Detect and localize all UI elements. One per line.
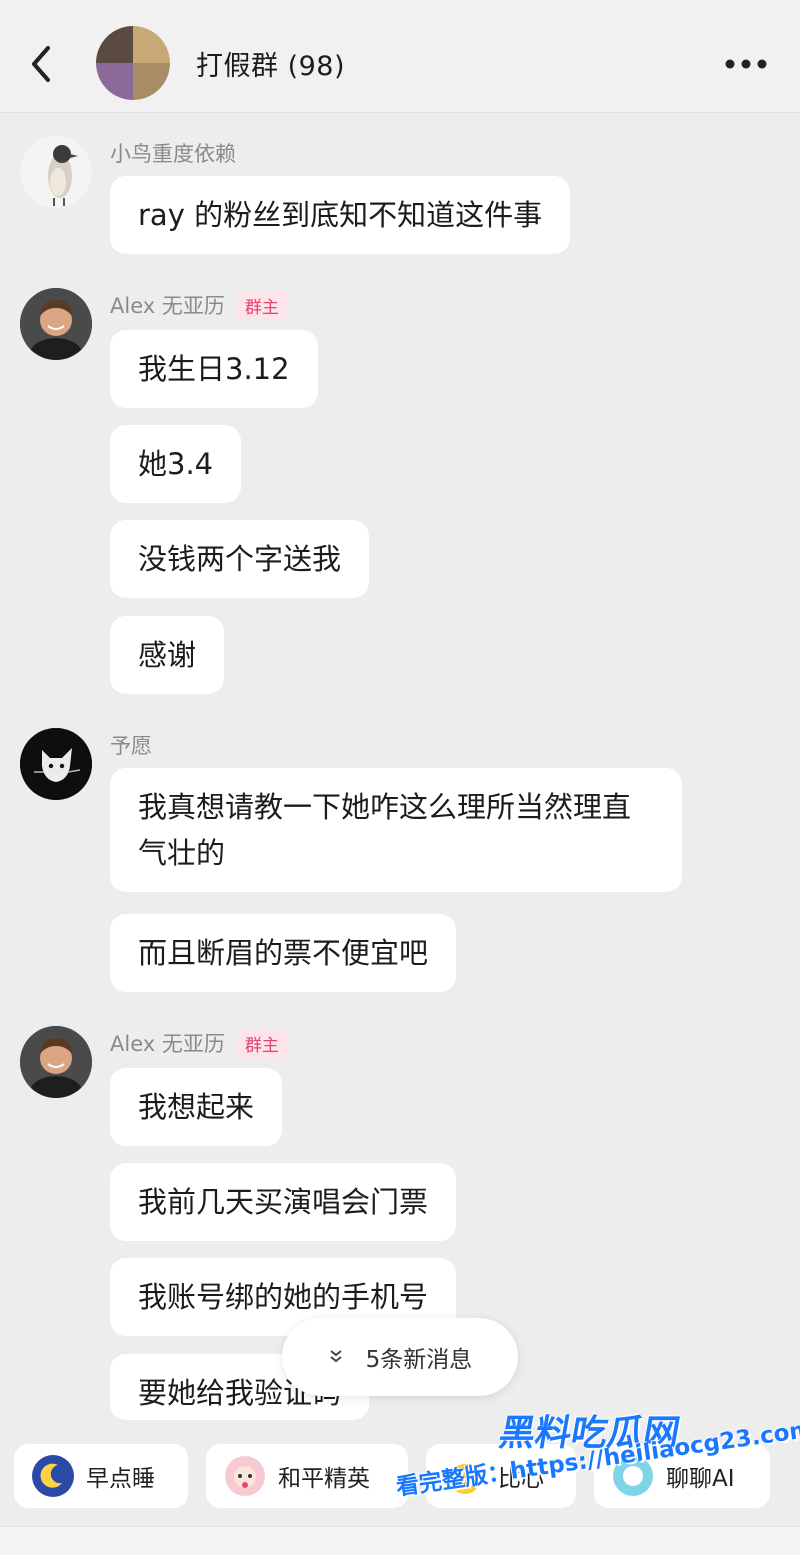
group-avatar[interactable] [96,26,170,100]
message-bubble[interactable]: 我前几天买演唱会门票 [110,1163,457,1241]
chip-label: 早点睡 [86,1466,155,1492]
sender-name: 小鸟重度依赖 [110,142,236,166]
bird-avatar[interactable] [20,136,92,208]
quick-reply-bar: 早点睡 和平精英 比心 聊聊AI [0,1440,800,1512]
message-bubble[interactable]: 感谢 [110,616,225,694]
alex-avatar[interactable] [20,288,92,360]
sender-row: Alex 无亚历 群主 [110,290,287,320]
sender-name: Alex 无亚历 [110,294,225,318]
message-bubble[interactable]: 她3.4 [110,425,242,503]
sender-row: Alex 无亚历 群主 [110,1028,287,1058]
quick-reply-chip[interactable]: 比心 [426,1444,576,1508]
sender-name: Alex 无亚历 [110,1032,225,1056]
message-bubble[interactable]: 而且断眉的票不便宜吧 [110,914,457,992]
game-character-icon [224,1455,266,1497]
chip-label: 比心 [498,1466,544,1492]
input-bar [0,1526,800,1555]
message-bubble[interactable]: 没钱两个字送我 [110,520,370,598]
moon-icon [32,1455,74,1497]
chevron-double-down-icon [328,1345,344,1369]
duck-icon [444,1455,486,1497]
sender-name: 予愿 [110,734,152,758]
alex-avatar[interactable] [20,1026,92,1098]
owner-badge: 群主 [236,290,287,320]
chevron-left-icon [32,46,50,82]
more-button[interactable] [722,50,770,78]
back-button[interactable] [22,40,62,88]
ai-icon [612,1455,654,1497]
chat-header: 打假群 (98) [0,0,800,113]
message-bubble[interactable]: 我生日3.12 [110,330,318,408]
chip-label: 聊聊AI [666,1466,735,1492]
cat-avatar[interactable] [20,728,92,800]
chat-title: 打假群 (98) [196,51,346,82]
message-bubble[interactable]: 我真想请教一下她咋这么理所当然理直气壮的 [110,768,682,892]
quick-reply-chip[interactable]: 早点睡 [14,1444,188,1508]
more-horizontal-icon [725,59,767,69]
message-bubble[interactable]: ray 的粉丝到底知不知道这件事 [110,176,571,254]
quick-reply-chip[interactable]: 聊聊AI [594,1444,770,1508]
new-messages-button[interactable]: 5条新消息 [282,1318,518,1396]
chip-label: 和平精英 [278,1466,370,1492]
new-messages-label: 5条新消息 [365,1347,473,1373]
owner-badge: 群主 [236,1028,287,1058]
quick-reply-chip[interactable]: 和平精英 [206,1444,408,1508]
message-bubble[interactable]: 我想起来 [110,1068,283,1146]
